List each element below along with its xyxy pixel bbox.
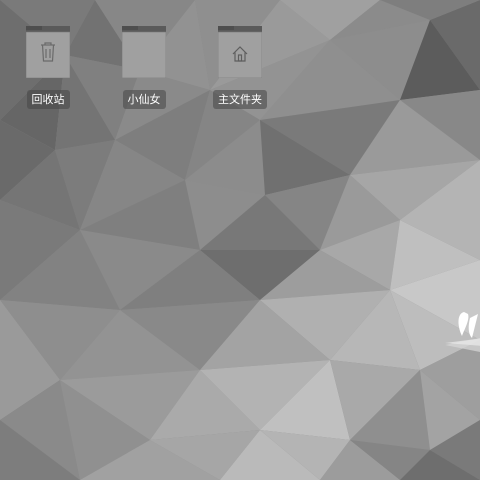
home-icon [217,24,263,79]
desktop-icon-label: 小仙女 [122,90,166,109]
desktop: 回收站 小仙女 主文件夹 [0,0,480,480]
wallpaper-logo [445,312,480,346]
trash-icon [25,24,71,79]
desktop-icon-home[interactable]: 主文件夹 [208,24,272,109]
desktop-icon-label: 主文件夹 [213,90,267,109]
folder-icon [121,24,167,79]
desktop-icon-folder[interactable]: 小仙女 [112,24,176,109]
desktop-icon-trash[interactable]: 回收站 [16,24,80,109]
desktop-icon-label: 回收站 [26,90,70,109]
